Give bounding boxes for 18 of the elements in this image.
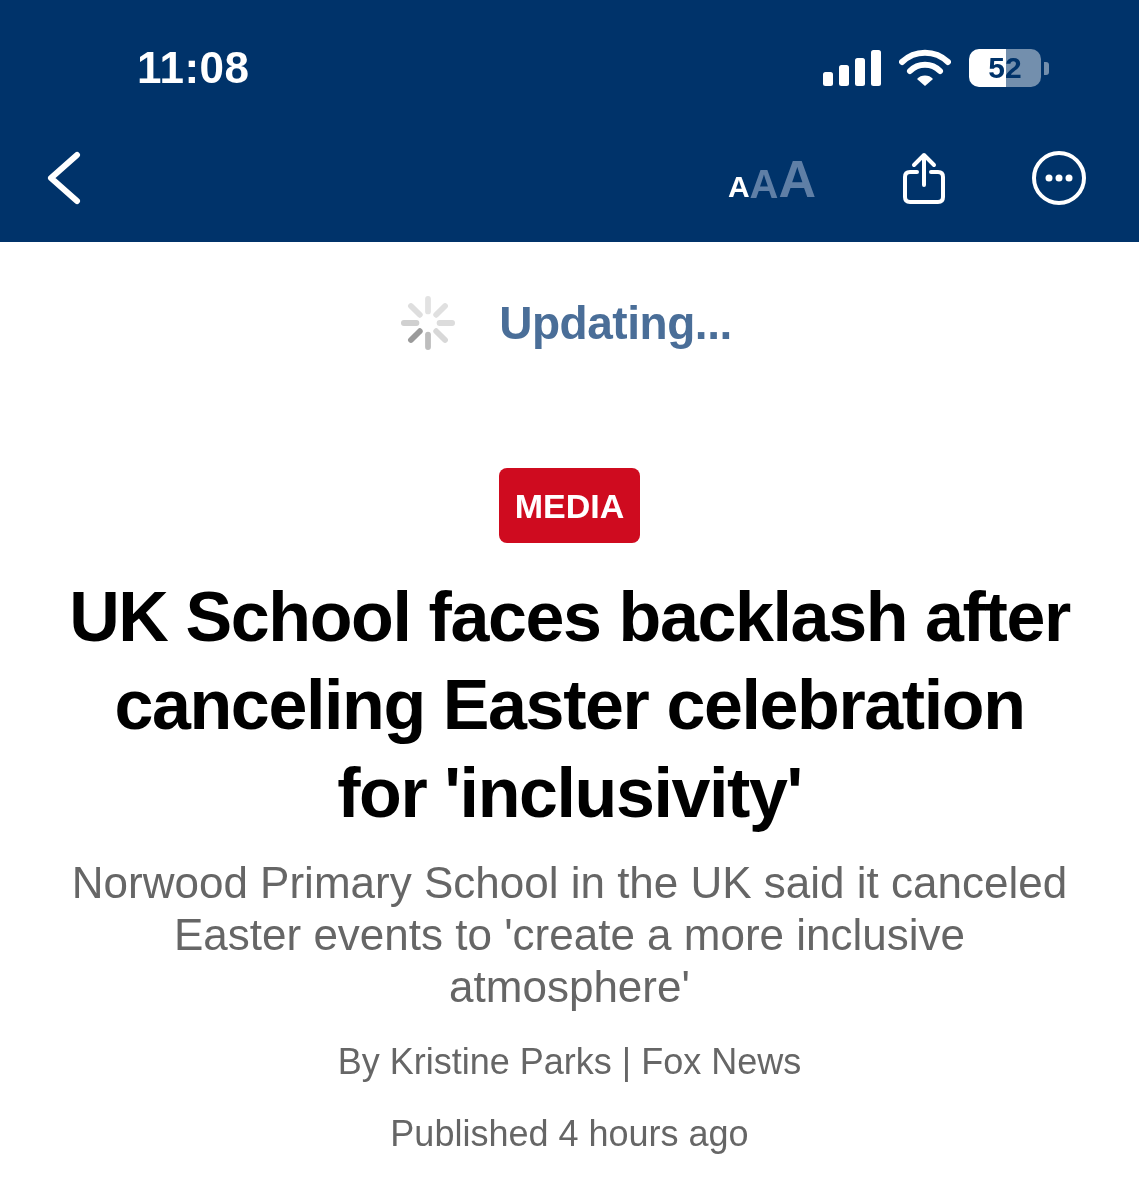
published-time: Published 4 hours ago	[389, 1112, 750, 1156]
clock-time: 11:08	[137, 46, 250, 90]
back-chevron-icon	[45, 151, 81, 205]
battery-indicator: 52	[969, 49, 1049, 87]
updating-label: Updating...	[499, 297, 732, 349]
more-button[interactable]	[1032, 151, 1086, 205]
share-button[interactable]	[902, 151, 946, 205]
wifi-icon	[899, 49, 951, 87]
article-headline: UK School faces backlash after canceling Easter celebration for 'inclusivity'	[68, 577, 1072, 834]
category-badge[interactable]: MEDIA	[498, 468, 641, 543]
text-size-button[interactable]: AAA	[727, 157, 816, 199]
back-button[interactable]	[45, 151, 81, 205]
share-icon	[902, 151, 946, 205]
spinner-icon	[401, 296, 456, 350]
article-byline: By Kristine Parks | Fox News	[336, 1040, 803, 1084]
article-summary: Norwood Primary School in the UK said it canceled Easter events to 'create a more inclusive atmosphere'	[70, 857, 1069, 1013]
more-icon	[1032, 151, 1086, 205]
signal-icon	[823, 50, 881, 86]
